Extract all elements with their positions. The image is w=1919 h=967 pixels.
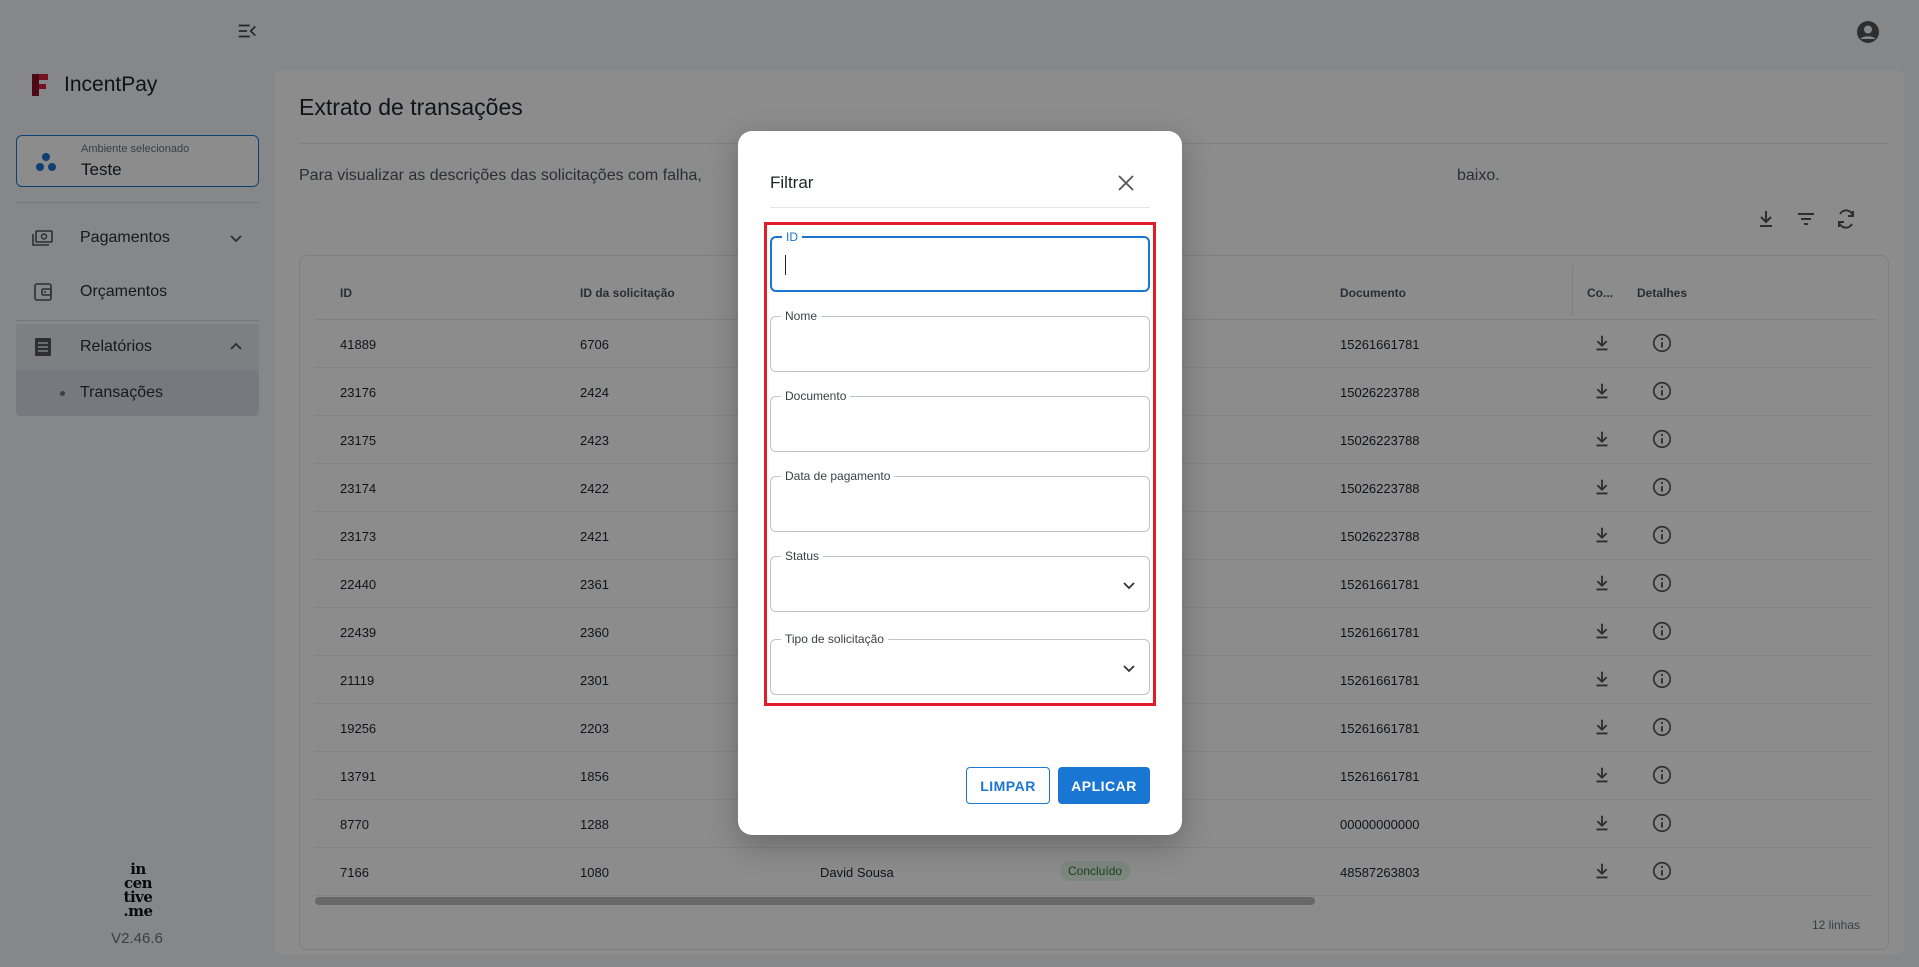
name-input[interactable] (783, 331, 1123, 357)
field-label: Data de pagamento (781, 469, 895, 483)
dialog-title: Filtrar (770, 173, 814, 192)
chevron-down-icon[interactable] (1121, 577, 1137, 593)
apply-button[interactable]: APLICAR (1058, 767, 1150, 804)
field-label: ID (782, 230, 802, 244)
chevron-down-icon[interactable] (1121, 660, 1137, 676)
field-label: Nome (781, 309, 822, 323)
id-field[interactable]: ID (770, 230, 1150, 292)
name-field[interactable]: Nome (770, 309, 1150, 372)
document-input[interactable] (783, 411, 1123, 437)
status-select[interactable]: Status (770, 549, 1150, 612)
dialog-divider (770, 207, 1150, 208)
payment-date-field[interactable]: Data de pagamento (770, 469, 1150, 532)
field-label: Documento (781, 389, 851, 403)
payment-date-input[interactable] (783, 491, 1123, 517)
clear-button[interactable]: LIMPAR (966, 767, 1050, 804)
filter-dialog: Filtrar ID Nome Documento Data de pagame… (738, 131, 1182, 835)
field-label: Status (781, 549, 824, 563)
close-icon[interactable] (1116, 173, 1136, 193)
id-input[interactable] (784, 252, 1124, 278)
request-type-select[interactable]: Tipo de solicitação (770, 632, 1150, 695)
field-label: Tipo de solicitação (781, 632, 888, 646)
document-field[interactable]: Documento (770, 389, 1150, 452)
